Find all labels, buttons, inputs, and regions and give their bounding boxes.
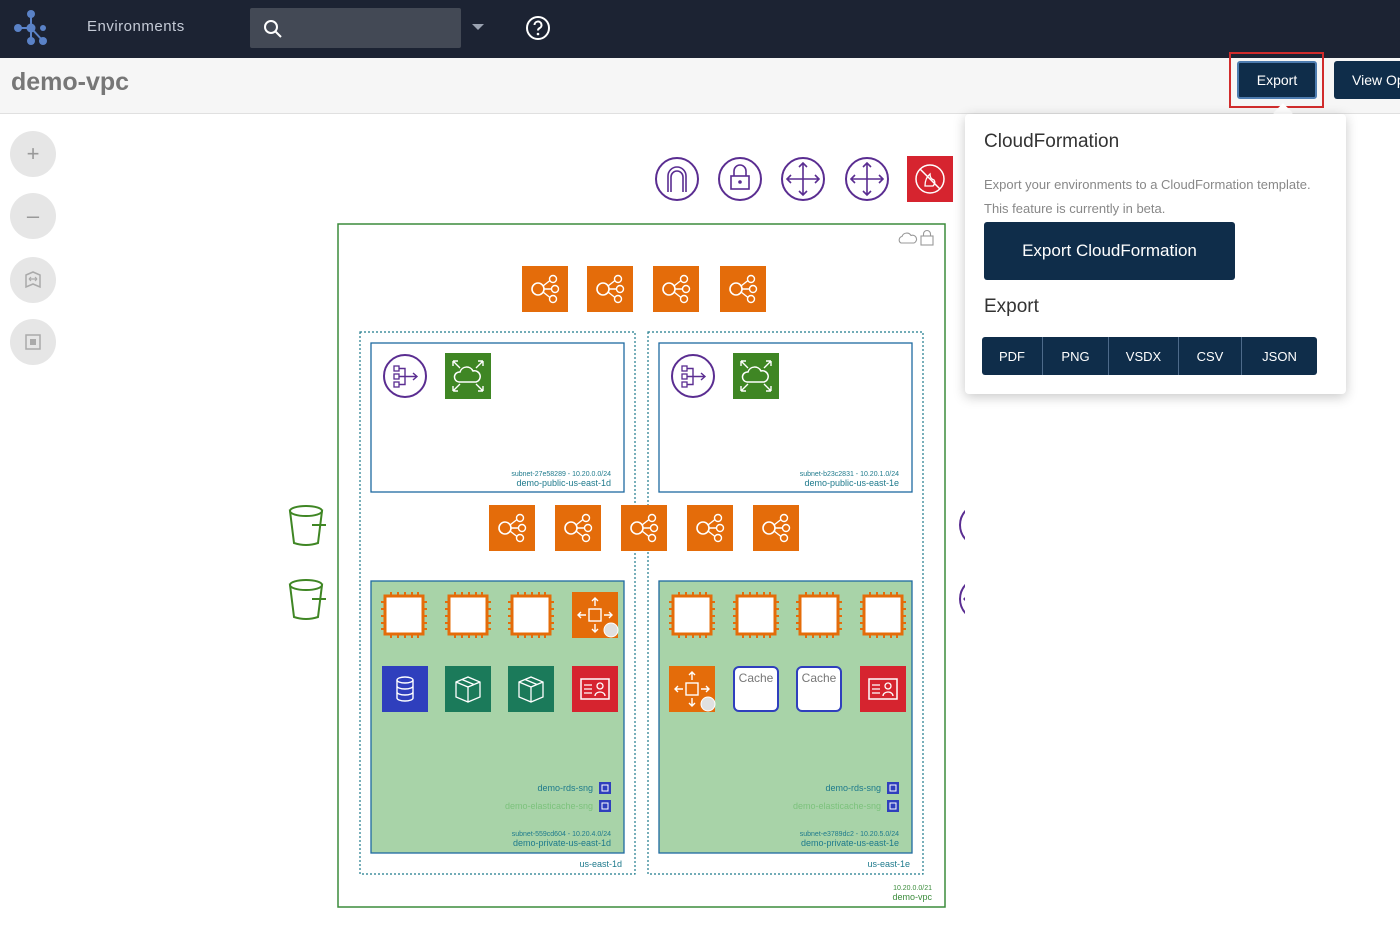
transit-gateway-icon[interactable] — [845, 157, 889, 201]
load-balancer-icon[interactable] — [719, 265, 767, 313]
private-subnet-right-name: demo-private-us-east-1e — [801, 838, 899, 848]
security-group-label: demo-elasticache-sng — [505, 801, 593, 811]
vpn-gateway-icon[interactable] — [718, 157, 762, 201]
ec2-instance-icon[interactable] — [443, 590, 493, 640]
cloud-instance-icon[interactable] — [444, 352, 492, 400]
vpc-name-label: demo-vpc — [892, 892, 932, 902]
export-cloudformation-button[interactable]: Export CloudFormation — [984, 222, 1235, 280]
az-left-label: us-east-1d — [579, 859, 622, 869]
public-subnet-left-id: subnet-27e58289 - 10.20.0.0/24 — [511, 471, 611, 478]
cache-label: Cache — [739, 671, 774, 685]
ec2-instance-icon[interactable] — [379, 590, 429, 640]
cache-label: Cache — [802, 671, 837, 685]
public-subnet-right-id: subnet-b23c2831 - 10.20.1.0/24 — [800, 471, 899, 478]
load-balancer-icon[interactable] — [554, 504, 602, 552]
help-icon[interactable] — [525, 15, 551, 41]
nav-environments[interactable]: Environments — [87, 18, 185, 35]
security-group-label: demo-elasticache-sng — [793, 801, 881, 811]
internet-gateway-icon[interactable] — [655, 157, 699, 201]
cloud-network-icon[interactable] — [959, 578, 965, 620]
security-group-icon[interactable] — [598, 781, 612, 795]
load-balancer-icon[interactable] — [586, 265, 634, 313]
security-group-label: demo-rds-sng — [537, 783, 593, 793]
page-title: demo-vpc — [11, 68, 130, 96]
private-subnet-right-id: subnet-e3789dc2 - 10.20.5.0/24 — [800, 831, 899, 838]
container-icon[interactable] — [508, 666, 554, 712]
view-options-button[interactable]: View Op — [1334, 61, 1400, 99]
export-pdf-button[interactable]: PDF — [982, 337, 1043, 375]
network-diagram: subnet-27e58289 - 10.20.0.0/24 demo-publ… — [289, 156, 965, 908]
ec2-instance-icon[interactable] — [858, 590, 908, 640]
auto-scaling-icon[interactable] — [571, 591, 619, 639]
security-group-icon[interactable] — [886, 781, 900, 795]
export-json-button[interactable]: JSON — [1242, 337, 1317, 375]
directory-service-icon[interactable] — [571, 665, 619, 713]
export-vsdx-button[interactable]: VSDX — [1109, 337, 1179, 375]
load-balancer-icon[interactable] — [521, 265, 569, 313]
public-subnet-left-name: demo-public-us-east-1d — [516, 478, 611, 488]
chevron-down-icon[interactable] — [472, 24, 484, 30]
load-balancer-icon[interactable] — [752, 504, 800, 552]
security-group-icon[interactable] — [886, 799, 900, 813]
search-input[interactable] — [290, 12, 454, 46]
export-csv-button[interactable]: CSV — [1179, 337, 1242, 375]
cloudformation-description: Export your environments to a CloudForma… — [984, 177, 1311, 192]
ec2-instance-icon[interactable] — [667, 590, 717, 640]
app-logo-icon[interactable] — [12, 8, 50, 46]
rds-database-icon[interactable] — [382, 666, 428, 712]
cloudformation-title: CloudFormation — [984, 131, 1120, 152]
search-icon — [264, 20, 282, 38]
load-balancer-icon[interactable] — [652, 265, 700, 313]
auto-scaling-icon[interactable] — [668, 665, 716, 713]
load-balancer-icon[interactable] — [686, 504, 734, 552]
beta-note: This feature is currently in beta. — [984, 201, 1166, 216]
ec2-instance-icon[interactable] — [794, 590, 844, 640]
cloud-instance-icon[interactable] — [732, 352, 780, 400]
nat-gateway-icon[interactable] — [671, 354, 715, 398]
security-group-label: demo-rds-sng — [825, 783, 881, 793]
vpc-cidr-label: 10.20.0.0/21 — [893, 885, 932, 892]
load-balancer-icon[interactable] — [488, 504, 536, 552]
export-section-title: Export — [984, 296, 1039, 317]
security-group-icon[interactable] — [598, 799, 612, 813]
ec2-instance-icon[interactable] — [731, 590, 781, 640]
public-subnet-right-name: demo-public-us-east-1e — [804, 478, 899, 488]
vpc-endpoint-icon[interactable] — [959, 504, 965, 546]
page-header — [0, 58, 1400, 114]
load-balancer-icon[interactable] — [620, 504, 668, 552]
s3-bucket-icon[interactable] — [289, 579, 327, 620]
export-button[interactable]: Export — [1237, 61, 1317, 99]
top-bar — [0, 0, 1400, 58]
ec2-instance-icon[interactable] — [506, 590, 556, 640]
s3-bucket-icon[interactable] — [289, 505, 327, 546]
az-right-label: us-east-1e — [867, 859, 910, 869]
export-png-button[interactable]: PNG — [1043, 337, 1109, 375]
container-icon[interactable] — [445, 666, 491, 712]
directory-service-icon[interactable] — [859, 665, 907, 713]
nat-gateway-icon[interactable] — [383, 354, 427, 398]
export-format-group: PDF PNG VSDX CSV JSON — [982, 337, 1317, 375]
private-subnet-left-id: subnet-559cd604 - 10.20.4.0/24 — [512, 831, 611, 838]
peering-connection-icon[interactable] — [781, 157, 825, 201]
private-subnet-left-name: demo-private-us-east-1d — [513, 838, 611, 848]
firewall-icon[interactable] — [907, 156, 953, 202]
